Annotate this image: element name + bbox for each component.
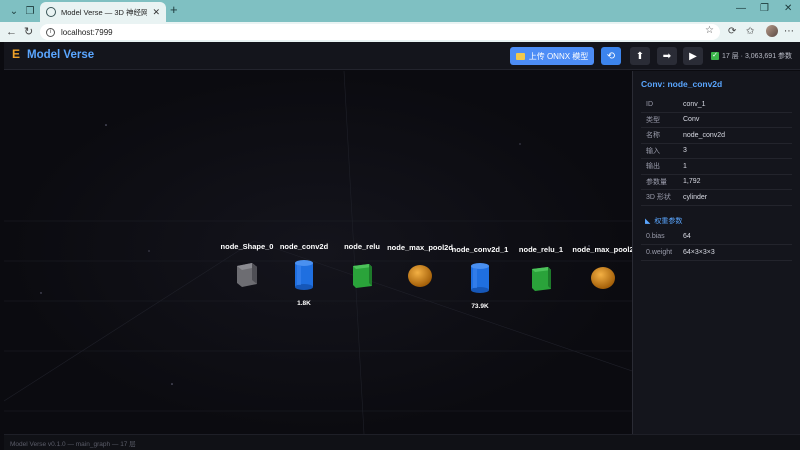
properties-panel: Conv: node_conv2d ID conv_1 类型 Conv 名称 node_c… (632, 71, 800, 434)
check-icon: ✓ (711, 52, 719, 60)
property-row: 名称 node_conv2d (641, 128, 792, 144)
property-row: ID conv_1 (641, 97, 792, 113)
node-label: node_conv2d (279, 242, 329, 251)
property-key: 输入 (646, 147, 660, 155)
property-value: 1,792 (683, 178, 701, 186)
property-value: node_conv2d (683, 131, 726, 139)
url-text: localhost:7999 (61, 27, 113, 37)
property-row: 参数量 1,792 (641, 175, 792, 190)
workspaces-icon[interactable]: ❐ (22, 3, 38, 19)
property-key: 0.weight (646, 248, 673, 256)
arrow-right-icon: ➡ (662, 50, 672, 62)
status-footer: Model Verse v0.1.0 — main_graph — 17 层 (4, 434, 800, 450)
browser-tab[interactable]: Model Verse — 3D 神经网络可视化 ✕ (40, 2, 166, 22)
close-tab-icon[interactable]: ✕ (152, 7, 160, 18)
app-title: Model Verse (27, 48, 95, 61)
chart-icon: ◣ (645, 217, 651, 225)
app-header: E Model Verse 上传 ONNX 模型 ⟲ ⬆ ➡ ▶ ✓ 17 层 … (4, 42, 800, 70)
next-button[interactable]: ➡ (657, 47, 677, 65)
refresh-icon: ⟲ (606, 50, 616, 62)
extensions-icon[interactable]: ⟳ (728, 26, 736, 37)
node-label: node_max_pool2 (572, 245, 632, 254)
panel-title: Conv: node_conv2d (641, 79, 723, 89)
upload-label: 上传 ONNX 模型 (528, 51, 589, 61)
minimize-icon[interactable]: — (736, 3, 746, 14)
globe-icon (46, 7, 56, 17)
property-value: cylinder (683, 193, 708, 201)
property-value: conv_1 (683, 100, 706, 108)
stats-text: 17 层 · 3,063,691 参数 (722, 53, 793, 60)
property-row: 0.weight 64×3×3×3 (641, 245, 792, 261)
node-label: node_relu (344, 242, 380, 251)
maximize-icon[interactable]: ❐ (760, 3, 769, 14)
property-key: 输出 (646, 163, 660, 171)
node-cube-gray[interactable] (232, 257, 262, 291)
property-row: 3D 形状 cylinder (641, 190, 792, 206)
node-param-count: 73.9K (471, 303, 489, 310)
property-key: 类型 (646, 116, 660, 124)
node-label: node_max_pool2d (387, 243, 453, 252)
3d-viewport[interactable]: node_Shape_0 node_conv2d 1.8K node_relu node… (4, 71, 632, 434)
close-window-icon[interactable]: ✕ (784, 3, 792, 14)
property-key: 3D 形状 (646, 194, 671, 202)
play-icon: ▶ (689, 50, 697, 62)
tab-list-icon[interactable]: ⌄ (6, 3, 22, 19)
property-row: 类型 Conv (641, 113, 792, 128)
browser-tab-bar: ⌄ ❐ Model Verse — 3D 神经网络可视化 ✕ + — ❐ ✕ (0, 0, 800, 22)
properties-table: ID conv_1 类型 Conv 名称 node_conv2d 输入 3 输出 1 参数量 1,79… (641, 97, 792, 206)
node-cube-green[interactable] (526, 260, 556, 294)
node-cube-green[interactable] (347, 257, 377, 291)
node-cylinder[interactable] (289, 257, 319, 291)
property-key: 名称 (646, 132, 660, 140)
property-value: 64×3×3×3 (683, 248, 715, 256)
property-row: 输出 1 (641, 159, 792, 175)
property-value: Conv (683, 116, 700, 124)
weights-table: 0.bias 64 0.weight 64×3×3×3 (641, 230, 792, 261)
favorites-icon[interactable]: ✩ (746, 26, 754, 37)
property-row: 0.bias 64 (641, 230, 792, 245)
back-icon[interactable]: ← (6, 25, 17, 39)
address-bar: ← ↻ i localhost:7999 ☆ ⟳ ✩ ⋯ (0, 22, 800, 42)
property-value: 1 (683, 162, 687, 170)
upload-onnx-button[interactable]: 上传 ONNX 模型 (510, 47, 594, 65)
url-field[interactable]: i localhost:7999 ☆ (40, 24, 720, 40)
weights-title: 权重参数 (654, 217, 683, 225)
reset-view-button[interactable]: ⟲ (601, 47, 621, 65)
node-label: node_conv2d_1 (451, 245, 509, 254)
app: E Model Verse 上传 ONNX 模型 ⟲ ⬆ ➡ ▶ ✓ 17 层 … (4, 42, 800, 450)
tab-title: Model Verse — 3D 神经网络可视化 (61, 7, 148, 17)
property-key: 参数量 (646, 178, 667, 186)
property-key: ID (646, 100, 653, 108)
up-button[interactable]: ⬆ (630, 47, 650, 65)
model-stats: ✓ 17 层 · 3,063,691 参数 (711, 51, 792, 61)
node-sphere[interactable] (405, 258, 435, 292)
node-cylinder[interactable] (465, 260, 495, 294)
arrow-up-icon: ⬆ (635, 50, 645, 62)
property-row: 输入 3 (641, 144, 792, 159)
profile-avatar[interactable] (766, 25, 778, 37)
property-value: 3 (683, 147, 687, 155)
node-param-count: 1.8K (297, 300, 311, 307)
play-button[interactable]: ▶ (683, 47, 703, 65)
reload-icon[interactable]: ↻ (24, 25, 33, 39)
info-icon[interactable]: i (46, 27, 55, 37)
weights-header[interactable]: ◣ 权重参数 (645, 216, 792, 226)
favorite-star-icon[interactable]: ☆ (705, 25, 714, 36)
footer-text: Model Verse v0.1.0 — main_graph — 17 层 (10, 441, 136, 448)
property-key: 0.bias (646, 233, 665, 241)
folder-icon (515, 52, 525, 60)
property-value: 64 (683, 233, 691, 241)
logo-icon: E (12, 47, 21, 61)
node-sphere[interactable] (588, 260, 618, 294)
more-menu-icon[interactable]: ⋯ (784, 26, 794, 37)
node-label: node_Shape_0 (220, 242, 274, 251)
new-tab-icon[interactable]: + (170, 3, 178, 17)
node-label: node_relu_1 (518, 245, 564, 254)
app-logo: E Model Verse (12, 48, 94, 61)
